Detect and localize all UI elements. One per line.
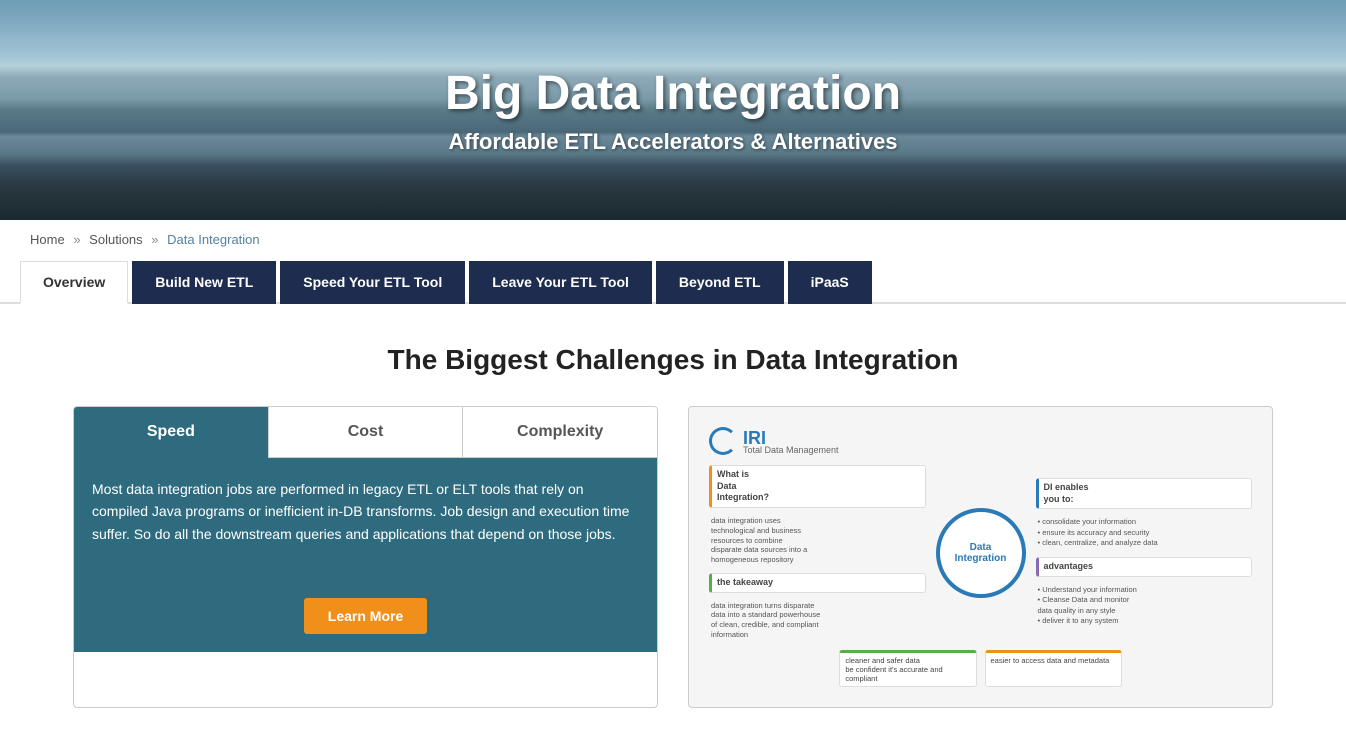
breadcrumb-current: Data Integration: [167, 232, 260, 247]
breadcrumb-sep2: »: [151, 232, 158, 247]
diagram-takeaway-text: data integration turns disparatedata int…: [709, 599, 926, 642]
diagram-description-right: data integration usestechnological and b…: [709, 514, 926, 567]
tab-build-new-etl[interactable]: Build New ETL: [132, 261, 276, 304]
diagram-takeaway: the takeaway: [709, 573, 926, 593]
diagram-center: DataIntegration: [936, 465, 1026, 642]
challenge-text: Most data integration jobs are performed…: [92, 478, 639, 545]
hero-banner: Big Data Integration Affordable ETL Acce…: [0, 0, 1346, 220]
diagram-bottom-clean: cleaner and safer databe confident it's …: [839, 650, 976, 687]
iri-diagram: IRI Total Data Management What isDataInt…: [688, 406, 1273, 708]
learn-more-button[interactable]: Learn More: [304, 598, 427, 634]
challenge-tab-complexity[interactable]: Complexity: [463, 407, 657, 458]
main-content: The Biggest Challenges in Data Integrati…: [0, 334, 1346, 748]
iri-header: IRI Total Data Management: [709, 427, 839, 455]
challenge-card: Speed Cost Complexity Most data integrat…: [73, 406, 658, 708]
tab-overview[interactable]: Overview: [20, 261, 128, 304]
hero-subtitle: Affordable ETL Accelerators & Alternativ…: [448, 129, 897, 155]
tab-speed-etl-tool[interactable]: Speed Your ETL Tool: [280, 261, 465, 304]
tab-beyond-etl[interactable]: Beyond ETL: [656, 261, 784, 304]
diagram-right: DI enablesyou to: • consolidate your inf…: [1036, 465, 1253, 642]
challenge-tabs: Speed Cost Complexity: [74, 407, 657, 458]
challenge-tab-speed[interactable]: Speed: [74, 407, 269, 458]
challenge-body: Most data integration jobs are performed…: [74, 458, 657, 588]
diagram-center-circle: DataIntegration: [936, 508, 1026, 598]
diagram-enables: DI enablesyou to:: [1036, 478, 1253, 509]
tab-ipaas[interactable]: iPaaS: [788, 261, 872, 304]
diagram-what-is: What isDataIntegration?: [709, 465, 926, 508]
hero-title: Big Data Integration: [445, 66, 901, 121]
content-grid: Speed Cost Complexity Most data integrat…: [73, 406, 1273, 708]
diagram-container: What isDataIntegration? data integration…: [709, 465, 1252, 642]
challenge-footer: Learn More: [74, 588, 657, 652]
challenge-tab-cost[interactable]: Cost: [269, 407, 464, 458]
diagram-advantages-text: • Understand your information• Cleanse D…: [1036, 583, 1253, 629]
tab-leave-etl-tool[interactable]: Leave Your ETL Tool: [469, 261, 652, 304]
diagram-left: What isDataIntegration? data integration…: [709, 465, 926, 642]
breadcrumb: Home » Solutions » Data Integration: [0, 220, 1346, 259]
diagram-advantages: advantages: [1036, 557, 1253, 577]
breadcrumb-home[interactable]: Home: [30, 232, 65, 247]
breadcrumb-sep1: »: [73, 232, 80, 247]
iri-logo-circle: [709, 427, 737, 455]
diagram-bottom: cleaner and safer databe confident it's …: [839, 650, 1121, 687]
iri-tagline: Total Data Management: [743, 445, 839, 455]
navigation-tabs: Overview Build New ETL Speed Your ETL To…: [0, 259, 1346, 304]
section-title: The Biggest Challenges in Data Integrati…: [40, 344, 1306, 376]
diagram-enables-items: • consolidate your information• ensure i…: [1036, 515, 1253, 551]
diagram-bottom-access: easier to access data and metadata: [985, 650, 1122, 687]
breadcrumb-solutions[interactable]: Solutions: [89, 232, 142, 247]
